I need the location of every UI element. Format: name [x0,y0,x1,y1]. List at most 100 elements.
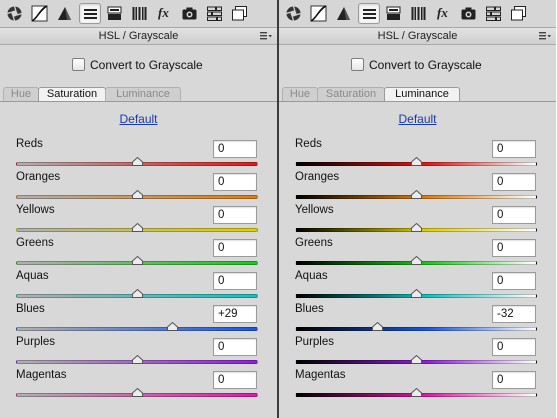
slider-label: Magentas [295,369,346,381]
slider-green: Greens 0 [279,237,556,270]
purple-value-input[interactable]: 0 [213,338,257,356]
slider-green: Greens 0 [0,237,277,270]
effects-fx-label: fx [158,5,169,20]
red-slider-thumb[interactable] [132,156,143,166]
slider-red: Reds 0 [0,138,277,171]
slider-label: Yellows [16,204,55,216]
toolbar: fx [279,0,556,28]
tab-luminance[interactable]: Luminance [384,87,460,102]
hsl-tabs: Hue Saturation Luminance [3,87,274,102]
slider-blue: Blues +29 [0,303,277,336]
basic-aperture-icon[interactable] [4,3,26,24]
slider-label: Blues [16,303,45,315]
detail-triangle-icon[interactable] [333,3,355,24]
yellow-slider-thumb[interactable] [132,222,143,232]
blue-slider-track[interactable] [295,327,537,331]
orange-value-input[interactable]: 0 [492,173,536,191]
convert-to-grayscale-row[interactable]: Convert to Grayscale [279,56,556,74]
hsl-icon[interactable] [358,3,380,24]
magenta-value-input[interactable]: 0 [213,371,257,389]
slider-purple: Purples 0 [279,336,556,369]
basic-aperture-icon[interactable] [283,3,305,24]
panel-header: HSL / Grayscale [0,28,277,45]
green-slider-thumb[interactable] [411,255,422,265]
panel-menu-icon[interactable] [539,32,551,41]
slider-yellow: Yellows 0 [0,204,277,237]
orange-slider-thumb[interactable] [132,189,143,199]
orange-value-input[interactable]: 0 [213,173,257,191]
yellow-value-input[interactable]: 0 [492,206,536,224]
aqua-slider-thumb[interactable] [411,288,422,298]
snapshots-icon[interactable] [229,3,251,24]
magenta-slider-thumb[interactable] [132,387,143,397]
slider-label: Oranges [16,171,61,183]
tab-saturation[interactable]: Saturation [317,87,385,101]
snapshots-icon[interactable] [508,3,530,24]
default-link[interactable]: Default [0,112,277,126]
purple-slider-thumb[interactable] [132,354,143,364]
camera-calibration-icon[interactable] [179,3,201,24]
tab-baseline [0,101,277,102]
split-toning-icon[interactable] [104,3,126,24]
tab-hue[interactable]: Hue [3,87,39,101]
convert-to-grayscale-checkbox[interactable] [72,58,85,71]
purple-slider-thumb[interactable] [411,354,422,364]
panel-title: HSL / Grayscale [98,30,179,42]
tab-hue[interactable]: Hue [282,87,318,101]
convert-to-grayscale-label: Convert to Grayscale [90,58,203,72]
slider-label: Blues [295,303,324,315]
green-slider-thumb[interactable] [132,255,143,265]
blue-slider-thumb[interactable] [167,321,179,331]
red-value-input[interactable]: 0 [492,140,536,158]
slider-label: Purples [295,336,334,348]
yellow-value-input[interactable]: 0 [213,206,257,224]
magenta-value-input[interactable]: 0 [492,371,536,389]
effects-fx-icon[interactable]: fx [154,3,176,24]
presets-icon[interactable] [204,3,226,24]
effects-fx-icon[interactable]: fx [433,3,455,24]
split-toning-icon[interactable] [383,3,405,24]
lens-corrections-icon[interactable] [408,3,430,24]
slider-label: Aquas [16,270,49,282]
slider-orange: Oranges 0 [0,171,277,204]
blue-slider-thumb[interactable] [372,321,384,331]
green-value-input[interactable]: 0 [492,239,536,257]
blue-value-input[interactable]: +29 [213,305,257,323]
slider-magenta: Magentas 0 [279,369,556,402]
blue-slider-track[interactable] [16,327,258,331]
purple-value-input[interactable]: 0 [492,338,536,356]
detail-triangle-icon[interactable] [54,3,76,24]
slider-yellow: Yellows 0 [279,204,556,237]
slider-label: Aquas [295,270,328,282]
slider-aqua: Aquas 0 [0,270,277,303]
aqua-slider-thumb[interactable] [132,288,143,298]
slider-aqua: Aquas 0 [279,270,556,303]
tab-luminance[interactable]: Luminance [105,87,181,101]
aqua-value-input[interactable]: 0 [213,272,257,290]
magenta-slider-thumb[interactable] [411,387,422,397]
slider-magenta: Magentas 0 [0,369,277,402]
red-value-input[interactable]: 0 [213,140,257,158]
convert-to-grayscale-checkbox[interactable] [351,58,364,71]
tab-saturation[interactable]: Saturation [38,87,106,102]
aqua-value-input[interactable]: 0 [492,272,536,290]
hsl-icon[interactable] [79,3,101,24]
default-link[interactable]: Default [279,112,556,126]
tone-curve-icon[interactable] [29,3,51,24]
panel-title: HSL / Grayscale [377,30,458,42]
blue-value-input[interactable]: -32 [492,305,536,323]
orange-slider-thumb[interactable] [411,189,422,199]
slider-label: Reds [295,138,322,150]
right-panel: fx HSL / Grayscale Convert to Grayscale … [279,0,556,418]
slider-label: Greens [16,237,54,249]
convert-to-grayscale-row[interactable]: Convert to Grayscale [0,56,277,74]
red-slider-thumb[interactable] [411,156,422,166]
camera-calibration-icon[interactable] [458,3,480,24]
yellow-slider-thumb[interactable] [411,222,422,232]
panel-menu-icon[interactable] [260,32,272,41]
lens-corrections-icon[interactable] [129,3,151,24]
green-value-input[interactable]: 0 [213,239,257,257]
slider-label: Magentas [16,369,67,381]
presets-icon[interactable] [483,3,505,24]
tone-curve-icon[interactable] [308,3,330,24]
